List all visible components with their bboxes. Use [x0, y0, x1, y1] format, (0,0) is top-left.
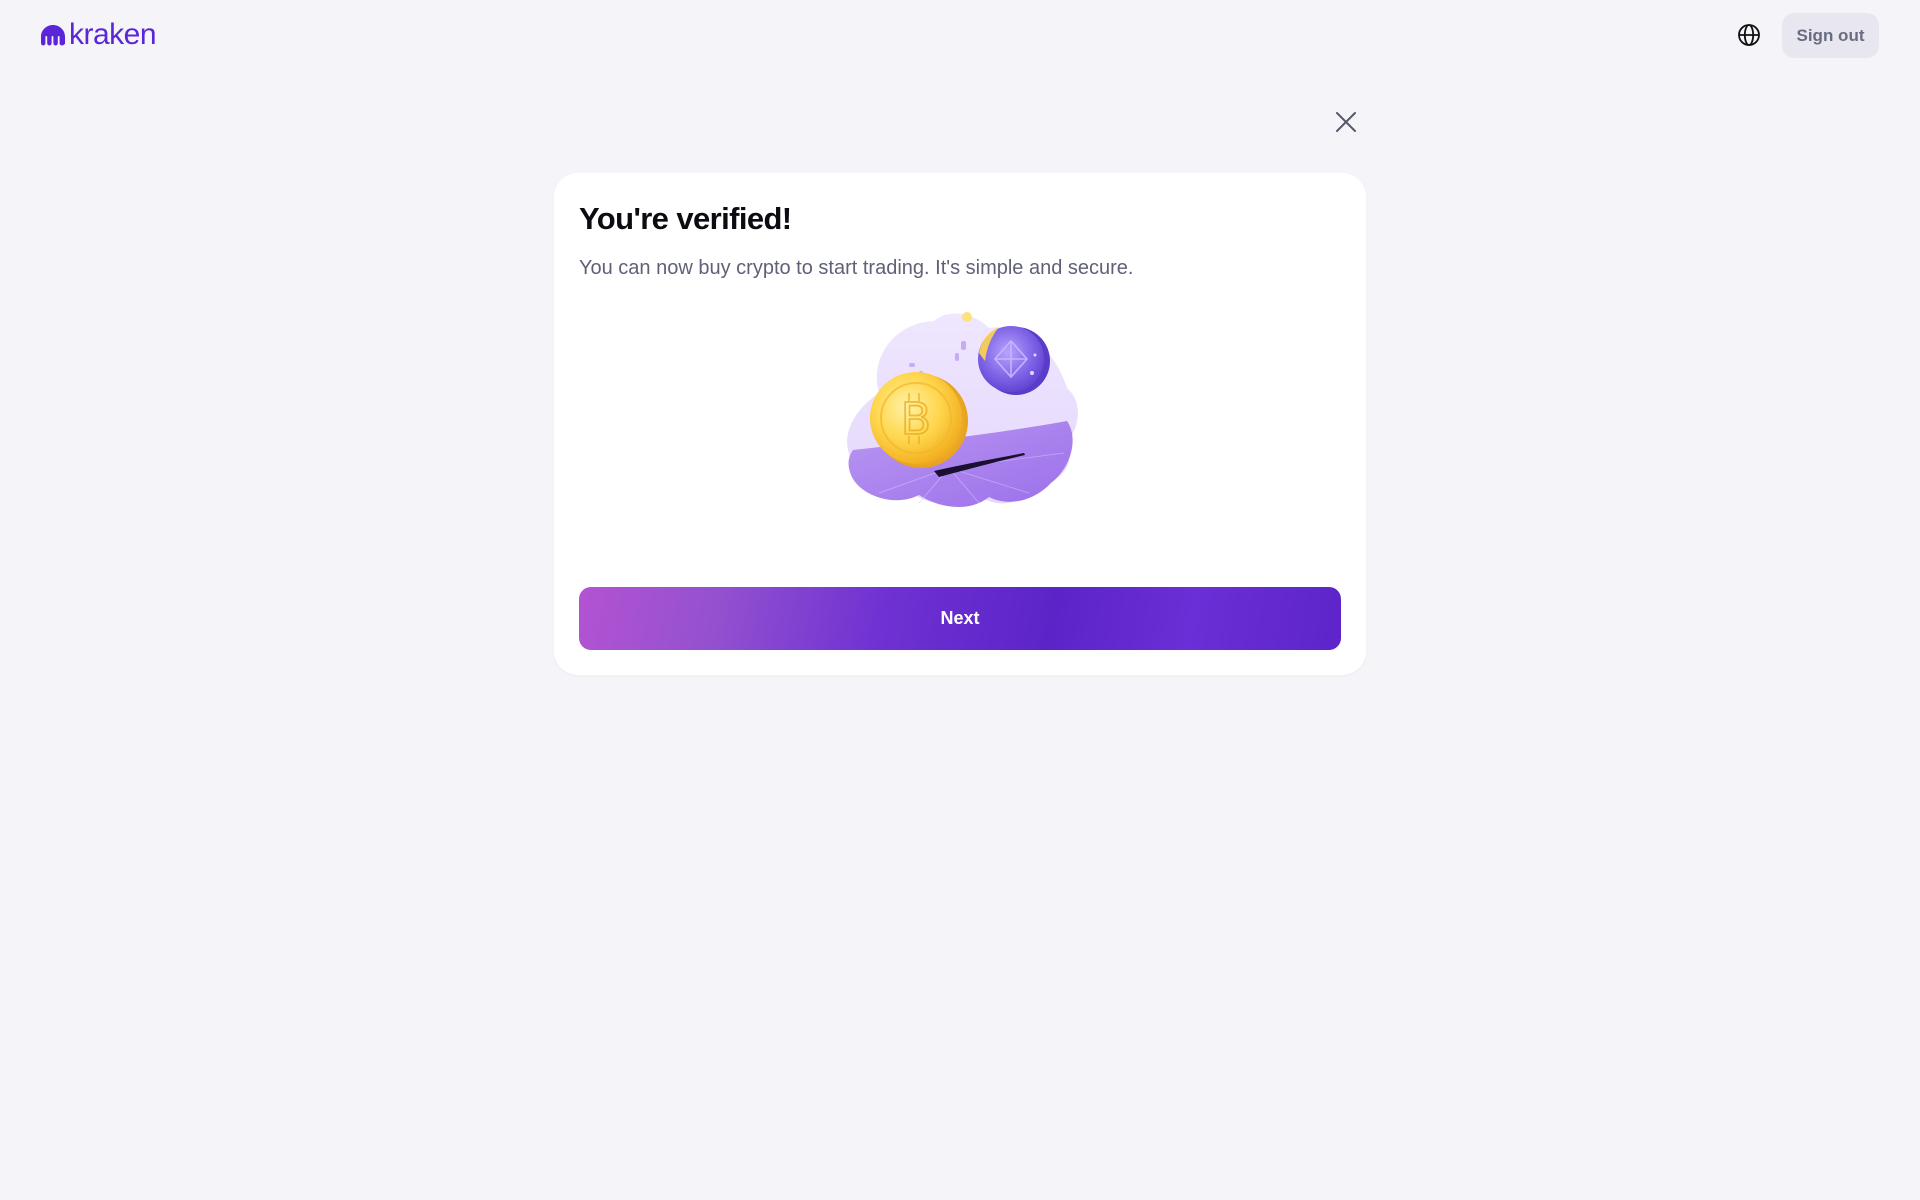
next-button[interactable]: Next	[579, 587, 1341, 650]
verification-dialog: You're verified! You can now buy crypto …	[554, 173, 1366, 675]
page: kraken Sign out You're verified! You can…	[0, 0, 1920, 1200]
dialog-title: You're verified!	[579, 201, 792, 236]
close-button[interactable]	[1331, 107, 1361, 137]
kraken-logo[interactable]: kraken	[40, 18, 157, 51]
globe-icon	[1738, 24, 1760, 46]
logo-wordmark: kraken	[69, 18, 157, 51]
svg-text:B: B	[901, 394, 931, 445]
sign-out-button[interactable]: Sign out	[1782, 13, 1879, 58]
kraken-logo-icon	[41, 25, 65, 46]
language-button[interactable]	[1735, 21, 1763, 49]
top-bar: kraken Sign out	[0, 0, 1920, 72]
close-icon	[1336, 112, 1356, 132]
coins-illustration: B	[847, 312, 1078, 508]
dialog-subtitle: You can now buy crypto to start trading.…	[579, 257, 1134, 279]
